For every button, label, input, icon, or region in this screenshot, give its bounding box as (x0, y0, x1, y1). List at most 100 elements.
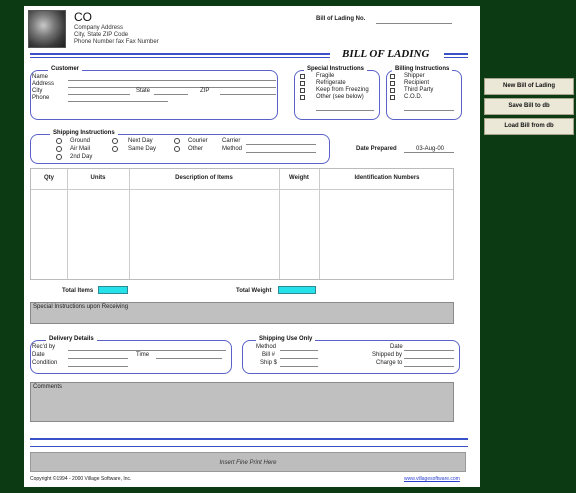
shipping-date-label: Date (390, 344, 403, 350)
recipient-checkbox[interactable] (390, 81, 395, 86)
company-phone: Phone Number fax Fax Number (74, 39, 159, 45)
items-table: Qty Units Description of Items Weight Id… (30, 168, 454, 280)
company-city: City, State ZIP Code (74, 32, 129, 38)
city-field[interactable] (68, 94, 130, 95)
bill-of-lading-form: CO Company Address City, State ZIP Code … (24, 6, 480, 487)
air-mail-label: Air Mail (70, 146, 91, 152)
keep-from-freezing-checkbox[interactable] (300, 88, 305, 93)
same-day-label: Same Day (128, 146, 157, 152)
title-rule-right-thin (444, 57, 468, 58)
other-field[interactable] (316, 110, 374, 111)
company-name: CO (74, 10, 92, 24)
address-label: Address (32, 81, 55, 87)
col-divider (129, 169, 130, 279)
shipping-method-field[interactable] (280, 350, 318, 351)
same-day-radio[interactable] (112, 146, 118, 152)
condition-field[interactable] (68, 366, 128, 367)
cod-checkbox[interactable] (390, 95, 395, 100)
shipped-by-field[interactable] (404, 358, 454, 359)
fragile-checkbox[interactable] (300, 74, 305, 79)
fragile-label: Fragile (316, 73, 335, 79)
header-divider (31, 189, 453, 190)
shipper-checkbox[interactable] (390, 74, 395, 79)
billing-instructions-title: Billing Instructions (392, 66, 453, 72)
bill-number-field[interactable] (280, 358, 318, 359)
company-address: Company Address (74, 25, 124, 31)
shipping-use-title: Shipping Use Only (256, 336, 316, 342)
col-divider (279, 169, 280, 279)
col-header-identification: Identification Numbers (354, 175, 420, 181)
col-header-units: Units (90, 175, 106, 181)
website-link[interactable]: www.villagesoftware.com (404, 476, 460, 482)
col-divider (67, 169, 68, 279)
special-receiving-field[interactable]: Special Instructions upon Receiving (30, 302, 454, 324)
save-bill-button[interactable]: Save Bill to db (484, 98, 574, 115)
recipient-label: Recipient (404, 80, 430, 86)
col-header-description: Description of Items (175, 175, 233, 181)
refrigerate-checkbox[interactable] (300, 81, 305, 86)
ship-amount-field[interactable] (280, 366, 318, 367)
other-label: Other (see below) (316, 94, 364, 100)
shipper-label: Shipper (404, 73, 425, 79)
next-day-label: Next Day (128, 138, 153, 144)
ground-label: Ground (70, 138, 91, 144)
fine-print-field[interactable]: Insert Fine Print Here (30, 452, 466, 472)
charge-to-field[interactable] (404, 366, 454, 367)
carrier-field[interactable] (246, 144, 316, 145)
recd-by-label: Rec'd by (32, 344, 56, 350)
other-shipping-radio[interactable] (174, 146, 180, 152)
title-rule-left-thin (30, 57, 330, 58)
new-bill-button[interactable]: New Bill of Lading (484, 78, 574, 95)
air-mail-radio[interactable] (56, 146, 62, 152)
phone-field[interactable] (68, 101, 168, 102)
method-label: Method (222, 146, 243, 152)
title-rule-left (30, 53, 330, 55)
refrigerate-label: Refrigerate (316, 80, 346, 86)
third-party-field[interactable] (404, 110, 454, 111)
load-bill-button[interactable]: Load Bill from db (484, 118, 574, 135)
total-weight-field[interactable] (278, 286, 316, 294)
courier-radio[interactable] (174, 138, 180, 144)
time-field[interactable] (156, 358, 222, 359)
col-divider (319, 169, 320, 279)
charge-to-label: Charge to (376, 360, 403, 366)
third-party-checkbox[interactable] (390, 88, 395, 93)
second-day-label: 2nd Day (70, 154, 93, 160)
next-day-radio[interactable] (112, 138, 118, 144)
second-day-radio[interactable] (56, 154, 62, 160)
recd-by-field[interactable] (68, 350, 226, 351)
shipping-date-field[interactable] (404, 350, 454, 351)
comments-field[interactable]: Comments (30, 382, 454, 422)
other-checkbox[interactable] (300, 95, 305, 100)
other-shipping-label: Other (188, 146, 204, 152)
cod-label: C.O.D. (404, 94, 423, 100)
state-field[interactable] (154, 94, 188, 95)
special-instructions-title: Special Instructions (304, 66, 368, 72)
third-party-label: Third Party (404, 87, 434, 93)
date-prepared-field (404, 152, 454, 153)
customer-title: Customer (48, 66, 83, 72)
ground-radio[interactable] (56, 138, 62, 144)
name-field[interactable] (68, 80, 276, 81)
title-rule-right (444, 53, 468, 55)
total-weight-label: Total Weight (236, 288, 272, 294)
shipped-by-label: Shipped by (372, 352, 403, 358)
footer-rule-top (30, 438, 468, 440)
keep-from-freezing-label: Keep from Freezing (316, 87, 369, 93)
bol-number-field[interactable] (376, 23, 452, 24)
city-label: City (32, 88, 43, 94)
date-prepared-label: Date Prepared (356, 146, 397, 152)
zip-field[interactable] (220, 94, 276, 95)
name-label: Name (32, 74, 49, 80)
method-field[interactable] (246, 152, 316, 153)
total-items-field[interactable] (98, 286, 128, 294)
bill-number-label: Bill # (262, 352, 276, 358)
phone-label: Phone (32, 95, 50, 101)
courier-label: Courier (188, 138, 208, 144)
shipping-method-label: Method (256, 344, 277, 350)
address-field[interactable] (68, 87, 276, 88)
delivery-date-field[interactable] (68, 358, 128, 359)
state-label: State (136, 88, 151, 94)
condition-label: Condition (32, 360, 58, 366)
delivery-date-label: Date (32, 352, 45, 358)
